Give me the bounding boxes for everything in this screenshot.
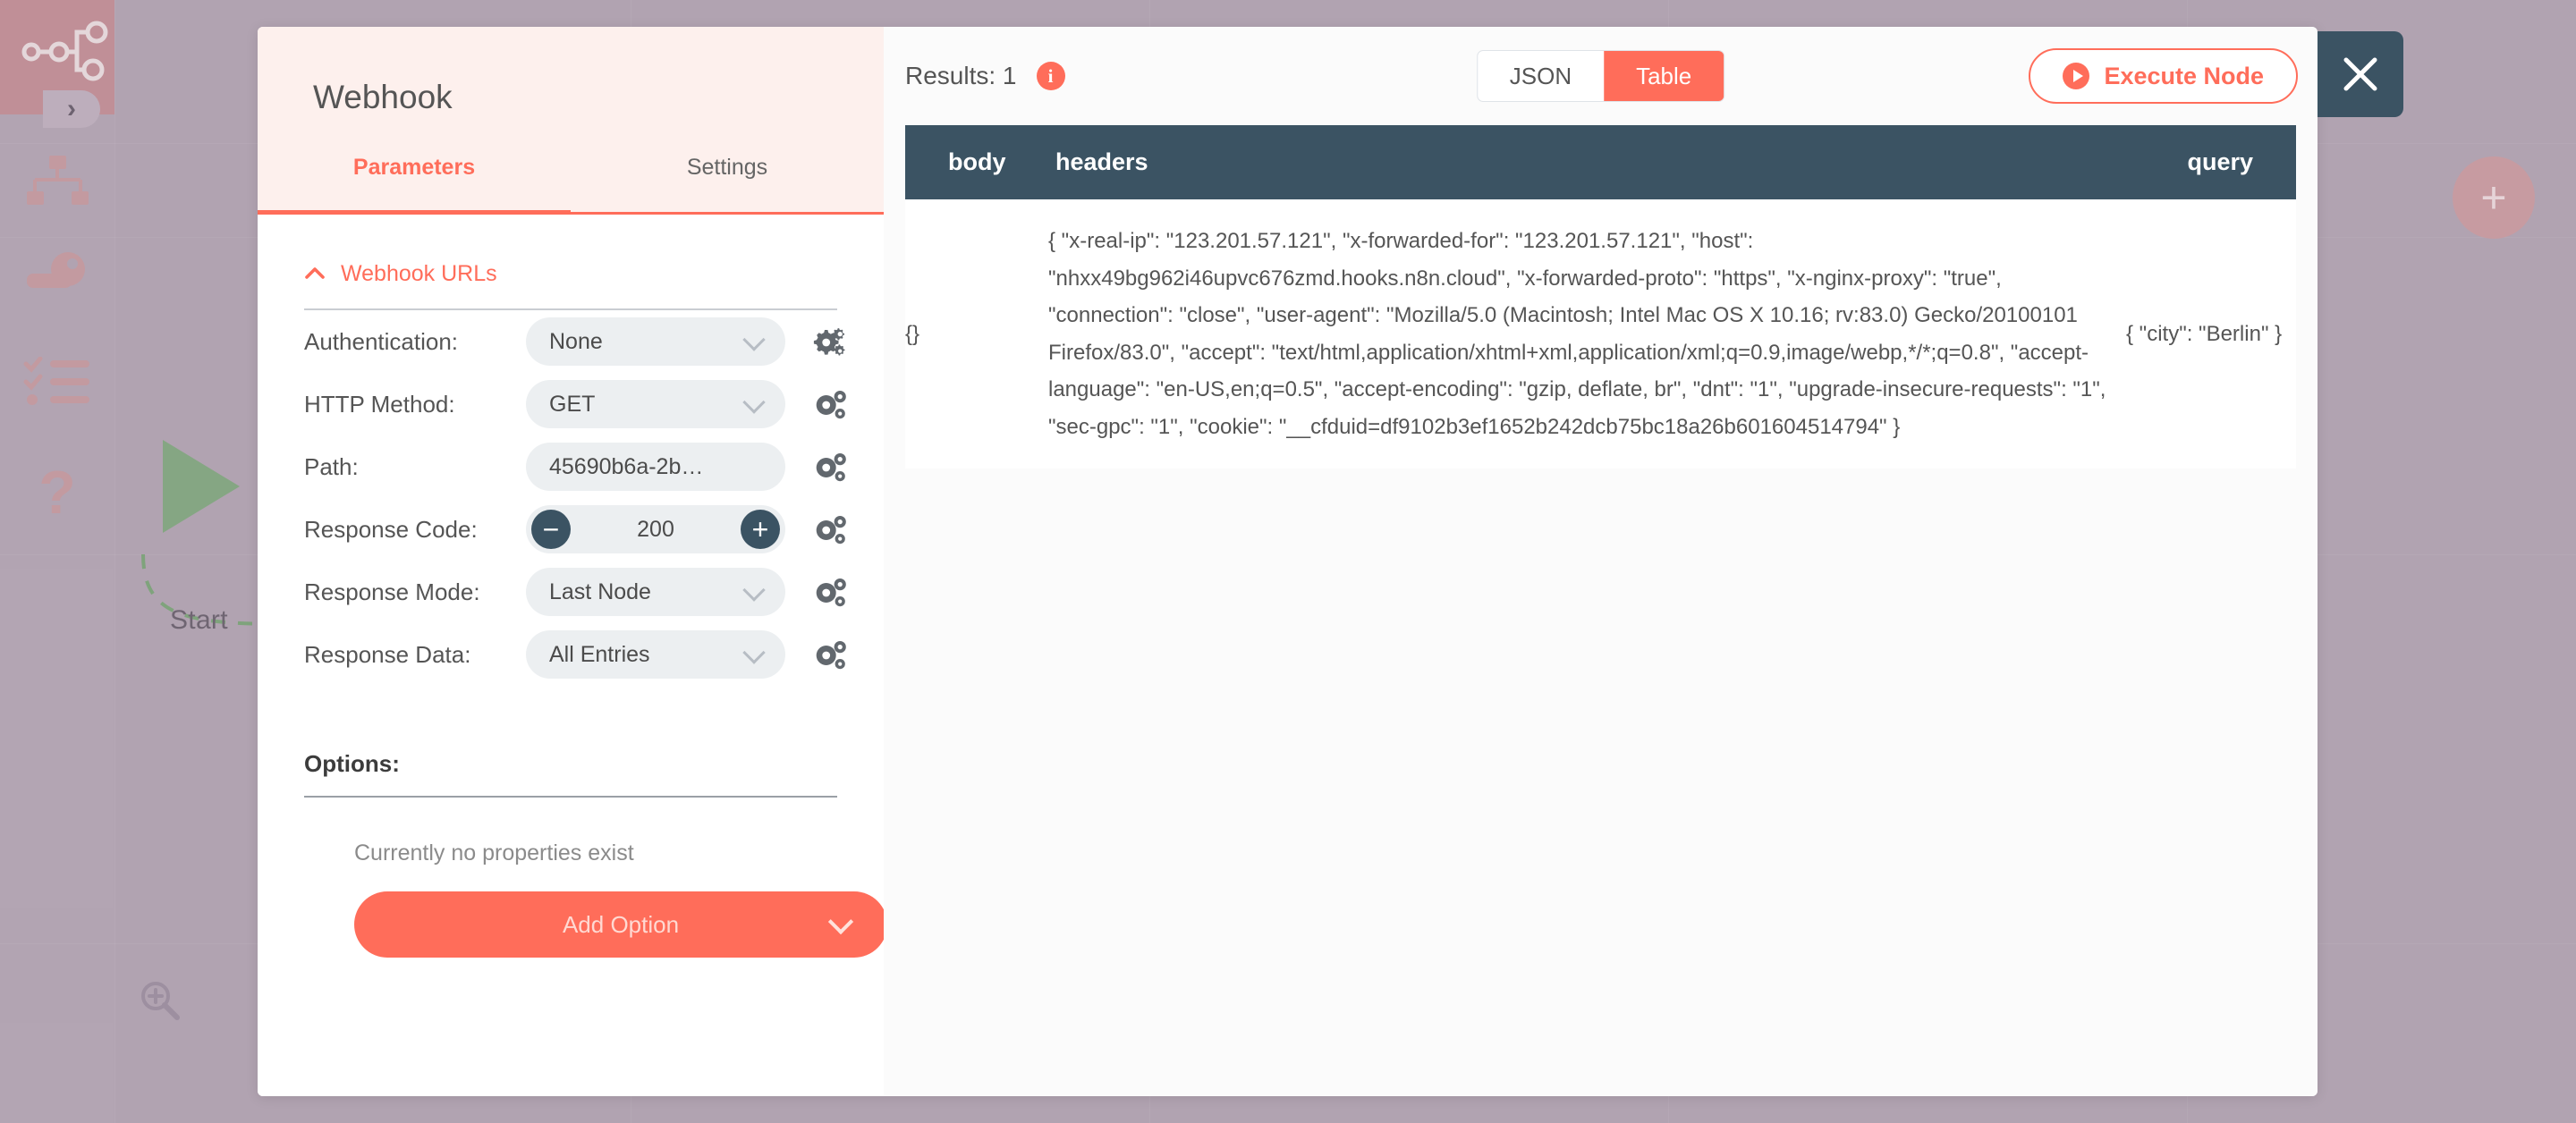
param-select-response-data[interactable]: All Entries bbox=[526, 630, 785, 679]
param-label-response-data: Response Data: bbox=[304, 640, 471, 668]
results-table: body headers query {} { "x-real-ip": "12… bbox=[905, 125, 2296, 469]
param-value-response-data: All Entries bbox=[549, 641, 650, 667]
gear-icon[interactable] bbox=[812, 448, 848, 486]
execute-node-label: Execute Node bbox=[2104, 62, 2264, 89]
cell-body: {} bbox=[905, 321, 920, 346]
tab-parameters[interactable]: Parameters bbox=[258, 135, 571, 215]
param-row-response-data: Response Data: All Entries bbox=[304, 623, 884, 686]
info-icon[interactable]: i bbox=[1036, 62, 1065, 90]
results-count-label: Results: 1 bbox=[905, 62, 1017, 89]
increment-button[interactable]: + bbox=[741, 510, 780, 549]
options-label: Options: bbox=[304, 750, 400, 777]
column-header-body[interactable]: body bbox=[905, 125, 1048, 199]
chevron-down-icon bbox=[742, 578, 766, 602]
no-properties-message: Currently no properties exist bbox=[354, 840, 634, 865]
parameters-header: Webhook Parameters Settings bbox=[258, 27, 884, 215]
tab-settings[interactable]: Settings bbox=[571, 135, 884, 212]
tab-settings-label: Settings bbox=[686, 154, 768, 180]
play-circle-icon bbox=[2063, 63, 2090, 89]
param-value-path: 45690b6a-2b01- ... bbox=[549, 453, 714, 479]
output-toolbar: Results: 1 i JSON Table Execute Node bbox=[884, 27, 2318, 125]
param-row-path: Path: 45690b6a-2b01- ... bbox=[304, 435, 884, 498]
param-label-response-code: Response Code: bbox=[304, 515, 478, 543]
chevron-down-icon bbox=[827, 908, 854, 935]
chevron-down-icon bbox=[742, 328, 766, 351]
cell-headers: { "x-real-ip": "123.201.57.121", "x-forw… bbox=[1048, 229, 2106, 439]
param-label-response-mode: Response Mode: bbox=[304, 578, 480, 605]
options-divider bbox=[304, 796, 837, 798]
param-row-http-method: HTTP Method: GET bbox=[304, 373, 884, 435]
param-label-authentication: Authentication: bbox=[304, 327, 459, 355]
param-row-response-mode: Response Mode: Last Node bbox=[304, 561, 884, 623]
param-label-path: Path: bbox=[304, 452, 359, 480]
parameters-panel: Webhook Parameters Settings Webhook URLs bbox=[258, 27, 884, 1096]
gear-icon[interactable] bbox=[812, 385, 848, 423]
param-row-authentication: Authentication: None bbox=[304, 310, 884, 373]
param-stepper-response-code[interactable]: − 200 + bbox=[526, 505, 785, 553]
results-group: Results: 1 i bbox=[905, 62, 1065, 90]
results-table-body: {} { "x-real-ip": "123.201.57.121", "x-f… bbox=[905, 199, 2296, 469]
toggle-table[interactable]: Table bbox=[1604, 51, 1724, 101]
tab-strip: Parameters Settings bbox=[258, 135, 884, 215]
parameters-body: Webhook URLs Authentication: None HTTP M… bbox=[258, 215, 884, 1096]
gear-icon[interactable] bbox=[812, 323, 848, 360]
decrement-button[interactable]: − bbox=[531, 510, 571, 549]
param-value-authentication: None bbox=[549, 328, 603, 354]
results-table-head: body headers query bbox=[905, 125, 2296, 199]
close-modal-button[interactable] bbox=[2318, 31, 2403, 117]
chevron-down-icon bbox=[742, 391, 766, 414]
param-input-path[interactable]: 45690b6a-2b01- ... bbox=[526, 443, 785, 491]
view-mode-toggle[interactable]: JSON Table bbox=[1476, 50, 1725, 102]
table-row[interactable]: {} { "x-real-ip": "123.201.57.121", "x-f… bbox=[905, 199, 2296, 469]
chevron-down-icon bbox=[742, 641, 766, 664]
gear-icon[interactable] bbox=[812, 511, 848, 548]
param-value-response-code[interactable]: 200 bbox=[571, 517, 741, 543]
add-option-button[interactable]: Add Option bbox=[354, 891, 884, 958]
chevron-up-icon bbox=[304, 263, 326, 283]
node-settings-modal: Webhook Parameters Settings Webhook URLs bbox=[258, 27, 2318, 1096]
param-select-http-method[interactable]: GET bbox=[526, 380, 785, 428]
execute-node-button[interactable]: Execute Node bbox=[2029, 48, 2298, 104]
add-option-label: Add Option bbox=[562, 910, 680, 938]
toggle-json[interactable]: JSON bbox=[1478, 51, 1604, 101]
results-table-container[interactable]: body headers query {} { "x-real-ip": "12… bbox=[905, 125, 2296, 469]
output-panel: Results: 1 i JSON Table Execute Node bod… bbox=[884, 27, 2318, 1096]
param-select-response-mode[interactable]: Last Node bbox=[526, 568, 785, 616]
cell-query: { "city": "Berlin" } bbox=[2126, 321, 2283, 346]
close-icon bbox=[2343, 57, 2377, 91]
webhook-urls-label: Webhook URLs bbox=[341, 261, 497, 286]
param-value-http-method: GET bbox=[549, 391, 596, 417]
tab-parameters-label: Parameters bbox=[352, 154, 476, 180]
column-header-query[interactable]: query bbox=[2126, 125, 2296, 199]
webhook-urls-section-toggle[interactable]: Webhook URLs bbox=[258, 215, 884, 287]
param-value-response-mode: Last Node bbox=[549, 578, 651, 604]
param-select-authentication[interactable]: None bbox=[526, 317, 785, 366]
column-header-headers[interactable]: headers bbox=[1048, 125, 2126, 199]
param-label-http-method: HTTP Method: bbox=[304, 390, 455, 418]
node-title: Webhook bbox=[313, 79, 453, 115]
table-header-row: body headers query bbox=[905, 125, 2296, 199]
gear-icon[interactable] bbox=[812, 573, 848, 611]
param-row-response-code: Response Code: − 200 + bbox=[304, 498, 884, 561]
gear-icon[interactable] bbox=[812, 636, 848, 673]
